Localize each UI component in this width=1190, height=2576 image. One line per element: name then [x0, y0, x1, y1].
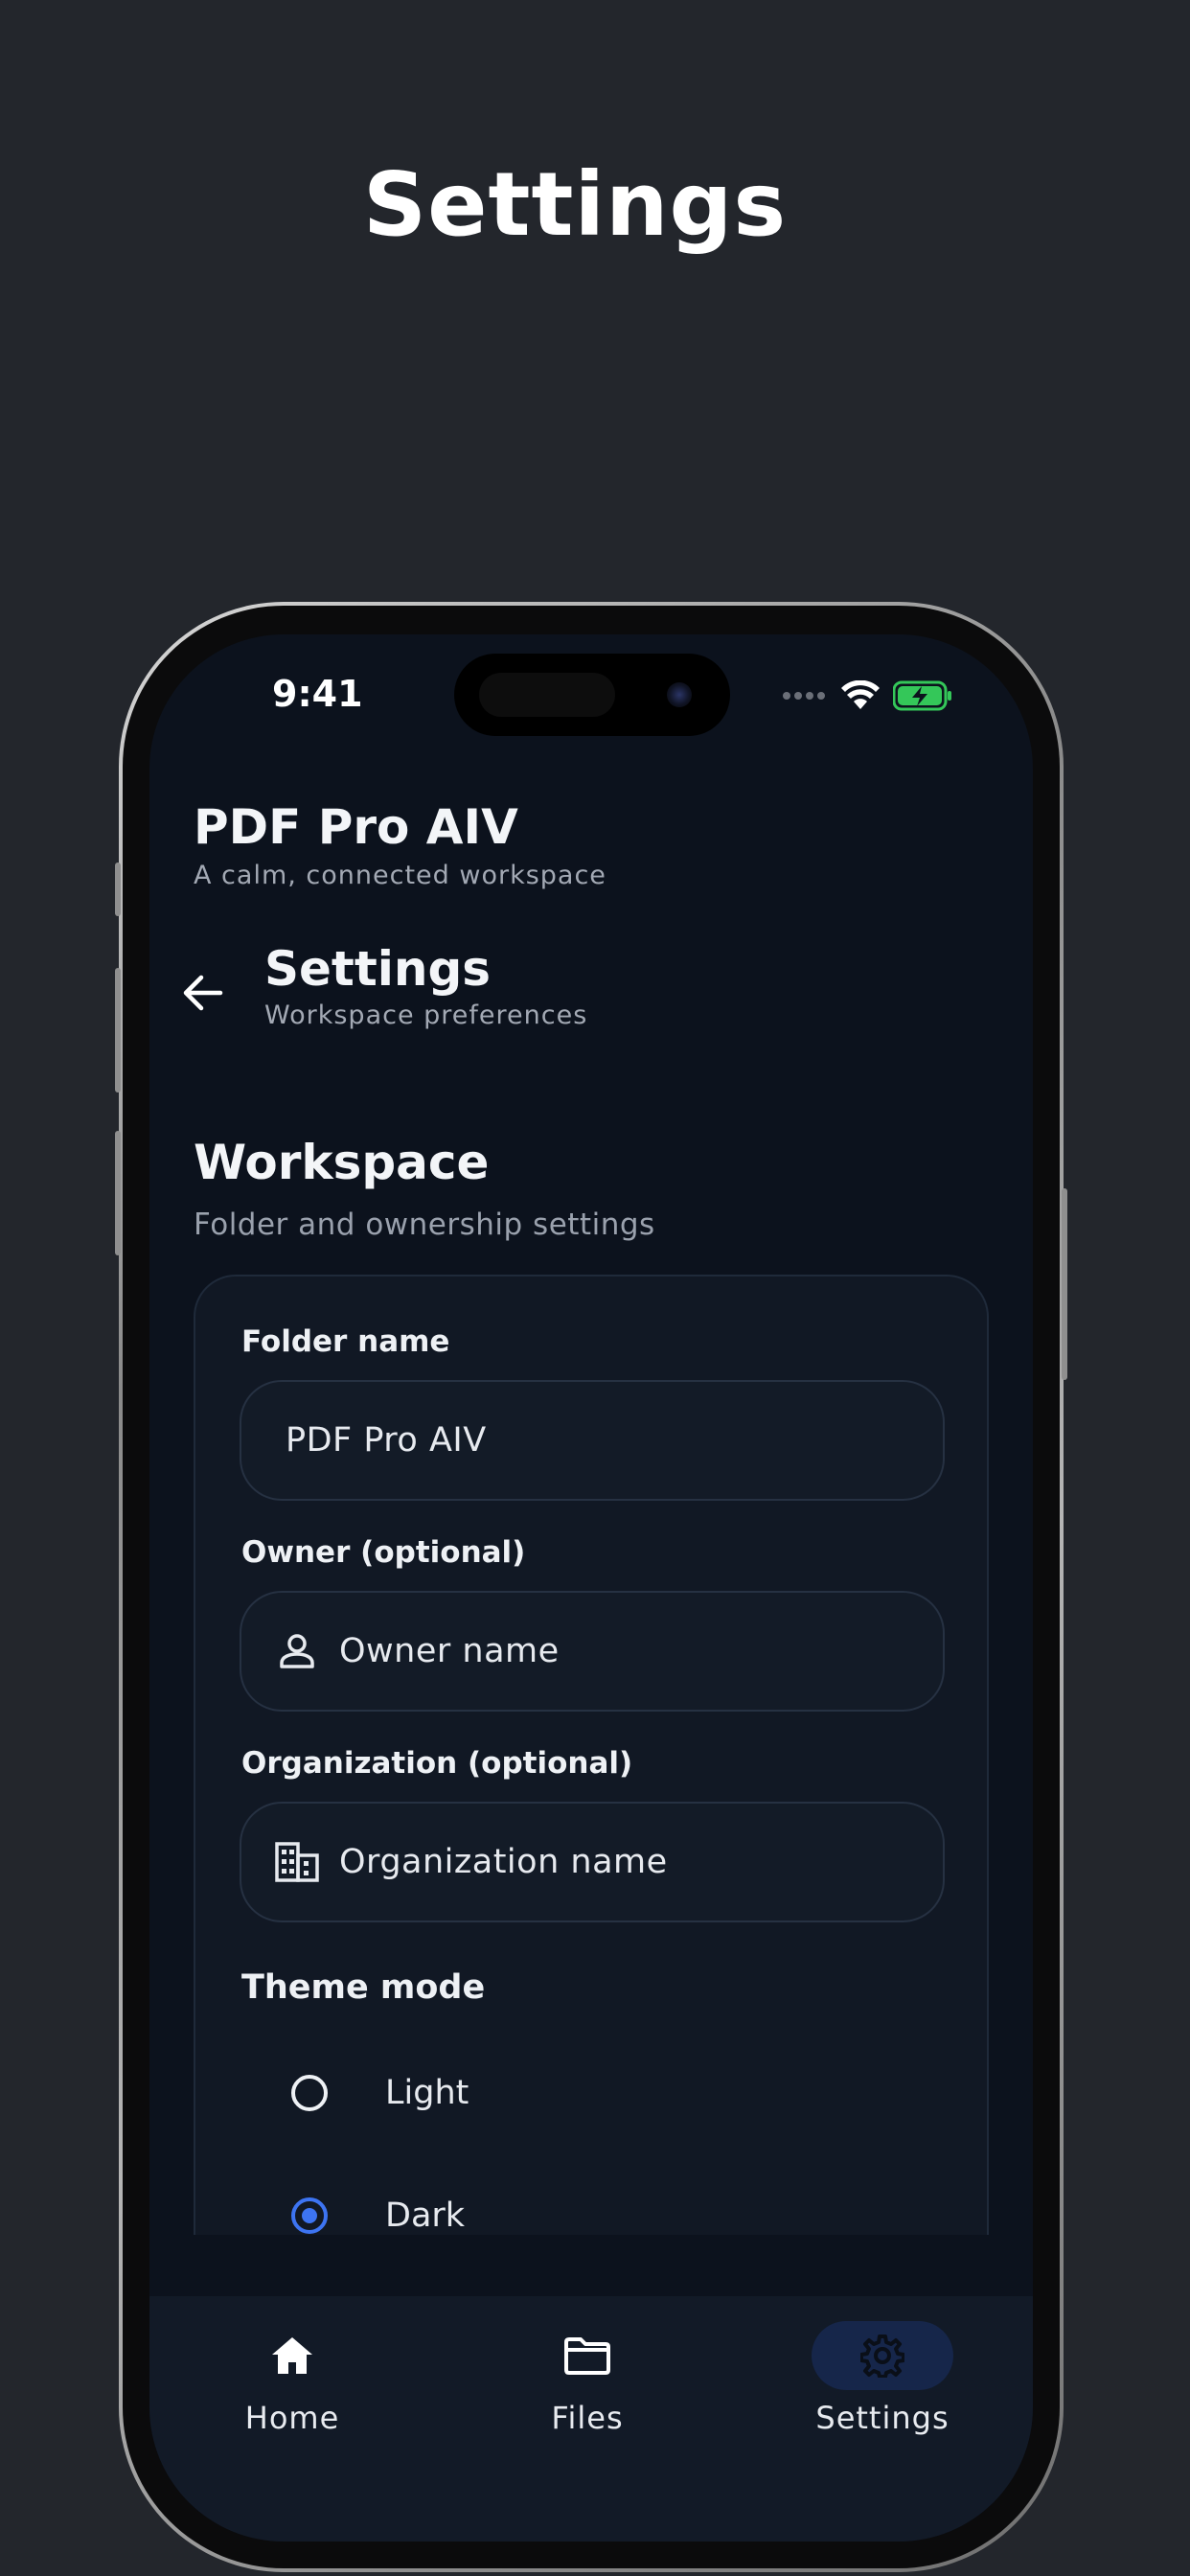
nav-settings-icon-wrap	[812, 2321, 953, 2390]
page: Settings 9:41 PDF Pro AIV A calm, connec…	[0, 0, 1190, 2576]
home-icon	[272, 2337, 312, 2374]
workspace-card: Folder name PDF Pro AIV Owner (optional)…	[194, 1275, 989, 2235]
nav-files-label: Files	[551, 2400, 624, 2436]
organization-field[interactable]: Organization name	[240, 1802, 945, 1922]
gear-icon	[860, 2334, 904, 2378]
radio-light[interactable]	[291, 2075, 328, 2111]
power-button	[1062, 1188, 1067, 1380]
theme-option-dark[interactable]: Dark	[291, 2196, 465, 2235]
folder-name-label: Folder name	[241, 1324, 450, 1359]
page-title: Settings	[264, 941, 492, 997]
volume-down-button	[115, 1131, 121, 1255]
organization-label: Organization (optional)	[241, 1746, 633, 1781]
person-icon	[268, 1632, 326, 1670]
nav-settings-label: Settings	[815, 2400, 950, 2436]
status-time: 9:41	[272, 673, 363, 715]
app-tagline: A calm, connected workspace	[194, 861, 606, 890]
bottom-nav: Home Files Settings	[149, 2296, 1033, 2542]
folder-name-field[interactable]: PDF Pro AIV	[240, 1380, 945, 1501]
theme-option-label: Dark	[385, 2196, 466, 2235]
back-button[interactable]	[171, 960, 236, 1025]
volume-up-button	[115, 968, 121, 1092]
radio-dark[interactable]	[291, 2197, 328, 2234]
status-indicators	[782, 680, 952, 711]
signal-dots-icon	[783, 692, 825, 700]
folder-icon	[564, 2337, 610, 2375]
nav-home-label: Home	[244, 2400, 340, 2436]
owner-label: Owner (optional)	[241, 1535, 526, 1570]
nav-home[interactable]: Home	[177, 2321, 407, 2436]
theme-mode-label: Theme mode	[241, 1968, 486, 2007]
owner-placeholder: Owner name	[339, 1632, 560, 1670]
section-subtitle: Folder and ownership settings	[194, 1208, 655, 1242]
nav-files[interactable]: Files	[472, 2321, 702, 2436]
folder-name-value: PDF Pro AIV	[286, 1421, 487, 1460]
front-camera	[667, 682, 692, 707]
settings-scroll-area[interactable]: Workspace Folder and ownership settings …	[149, 1114, 1033, 2235]
theme-option-label: Light	[385, 2074, 469, 2112]
owner-field[interactable]: Owner name	[240, 1591, 945, 1712]
marketing-title: Settings	[362, 153, 788, 256]
action-button	[115, 862, 121, 916]
wifi-icon	[841, 680, 880, 709]
arrow-left-icon	[183, 975, 223, 1011]
battery-charging-icon	[893, 680, 951, 711]
dynamic-island	[454, 654, 730, 736]
section-title: Workspace	[194, 1135, 490, 1190]
organization-placeholder: Organization name	[339, 1843, 668, 1881]
phone-screen: 9:41 PDF Pro AIV A calm, connected works…	[149, 634, 1033, 2542]
building-icon	[268, 1842, 326, 1882]
island-sensor	[479, 673, 615, 717]
nav-files-icon-wrap	[516, 2321, 658, 2390]
nav-home-icon-wrap	[221, 2321, 363, 2390]
theme-option-light[interactable]: Light	[291, 2074, 469, 2112]
nav-settings[interactable]: Settings	[767, 2321, 997, 2436]
app-title: PDF Pro AIV	[194, 799, 518, 855]
page-subtitle: Workspace preferences	[264, 1000, 588, 1030]
